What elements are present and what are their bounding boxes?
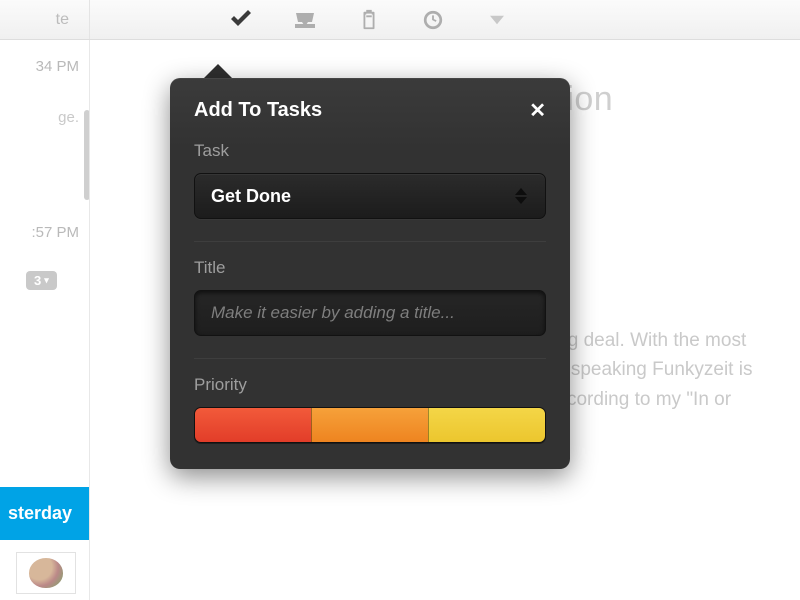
date-filter[interactable]: te: [0, 0, 90, 39]
message-list: 34 PM ge. :57 PM 3 ▾ sterday: [0, 40, 90, 600]
priority-field-label: Priority: [194, 375, 546, 395]
title-field-label: Title: [194, 258, 546, 278]
toolbar-actions: [118, 9, 510, 31]
date-section-yesterday: sterday: [0, 487, 90, 540]
task-list-selected: Get Done: [211, 186, 291, 207]
divider: [194, 358, 546, 359]
badge-count: 3: [34, 273, 41, 288]
close-icon: ✕: [529, 100, 546, 122]
checkmark-icon[interactable]: [228, 9, 254, 31]
message-snippet: ge.: [0, 109, 89, 126]
popover-arrow: [204, 64, 232, 78]
inbox-icon[interactable]: [292, 9, 318, 31]
more-dropdown-icon[interactable]: [484, 9, 510, 31]
message-time: :57 PM: [0, 224, 89, 241]
title-input[interactable]: Make it easier by adding a title...: [194, 290, 546, 336]
priority-low[interactable]: [428, 408, 545, 442]
priority-medium[interactable]: [311, 408, 428, 442]
date-filter-label: te: [56, 11, 69, 29]
attachment-thumbnail[interactable]: [16, 552, 76, 594]
task-field-label: Task: [194, 141, 546, 161]
popover-title: Add To Tasks: [194, 99, 322, 122]
clock-icon[interactable]: [420, 9, 446, 31]
select-stepper-icon: [515, 174, 531, 218]
clipboard-icon[interactable]: [356, 9, 382, 31]
add-to-tasks-popover: Add To Tasks ✕ Task Get Done Title Make …: [170, 64, 570, 469]
message-time: 34 PM: [0, 58, 89, 75]
priority-high[interactable]: [195, 408, 311, 442]
task-list-select[interactable]: Get Done: [194, 173, 546, 219]
thread-count-badge[interactable]: 3 ▾: [26, 271, 57, 290]
divider: [194, 241, 546, 242]
priority-segmented-control: [194, 407, 546, 443]
chevron-down-icon: ▾: [44, 275, 49, 286]
title-placeholder: Make it easier by adding a title...: [211, 303, 455, 323]
toolbar: te: [0, 0, 800, 40]
close-button[interactable]: ✕: [529, 98, 546, 123]
